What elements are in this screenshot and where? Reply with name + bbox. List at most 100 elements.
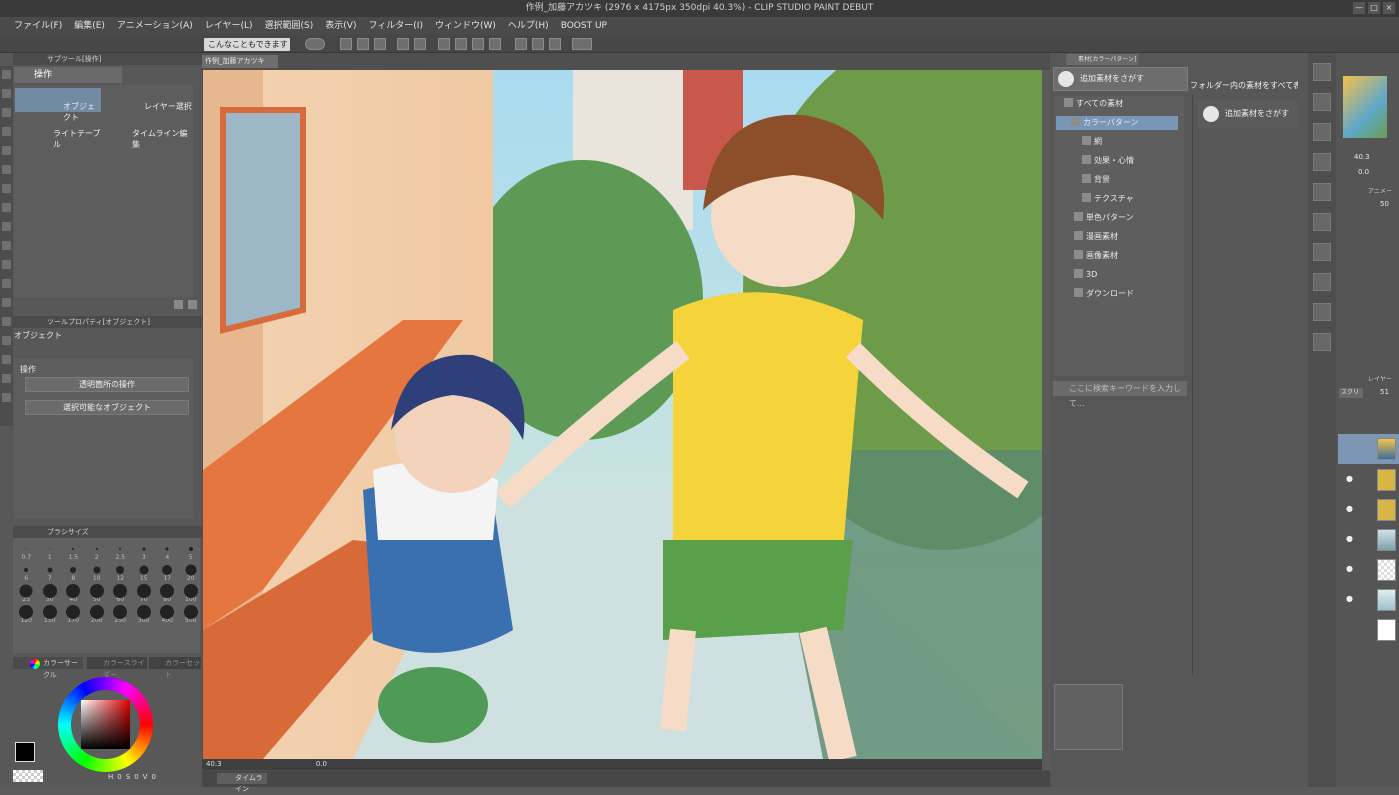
layer-tab[interactable]: レイヤー <box>1368 374 1392 383</box>
rotation-value[interactable]: 0.0 <box>316 760 327 768</box>
eye-icon[interactable]: ● <box>1346 474 1353 483</box>
selection-tool-icon[interactable] <box>2 108 11 117</box>
history-icon[interactable] <box>1313 213 1331 231</box>
brush-size-cell[interactable]: 1.5 <box>62 542 85 562</box>
undo-icon[interactable] <box>397 38 409 50</box>
layer-search-icon[interactable] <box>1313 303 1331 321</box>
brush-size-cell[interactable]: 80 <box>156 584 179 604</box>
eyedropper-tool-icon[interactable] <box>2 146 11 155</box>
correct-line-tool-icon[interactable] <box>2 393 11 402</box>
tree-texture[interactable]: テクスチャ <box>1082 192 1134 206</box>
tree-mesh[interactable]: 網 <box>1082 135 1102 149</box>
tree-download[interactable]: ダウンロード <box>1074 287 1134 301</box>
menu-help[interactable]: ヘルプ(H) <box>502 17 555 35</box>
brush-size-cell[interactable]: 300 <box>133 605 156 625</box>
new-file-icon[interactable] <box>340 38 352 50</box>
brush-size-cell[interactable]: 8 <box>62 563 85 583</box>
menu-view[interactable]: 表示(V) <box>319 17 362 35</box>
ruler-icon[interactable] <box>549 38 561 50</box>
navigator-thumbnail[interactable] <box>1343 76 1387 138</box>
zoom-value[interactable]: 40.3 <box>206 760 222 768</box>
layer-row[interactable]: ● <box>1338 586 1399 614</box>
transform-icon[interactable] <box>438 38 450 50</box>
opacity-value[interactable]: 51 <box>1380 388 1389 396</box>
material-tab[interactable]: 素材[カラーパターン] <box>1066 54 1138 65</box>
eye-icon[interactable]: ● <box>1346 534 1353 543</box>
operation-tool-icon[interactable] <box>2 70 11 79</box>
maximize-button[interactable]: □ <box>1368 2 1380 14</box>
sub-tool-layer-select[interactable]: レイヤー選択 <box>104 88 192 112</box>
menu-layer[interactable]: レイヤー(L) <box>199 17 259 35</box>
layer-row[interactable]: ● <box>1338 466 1399 494</box>
lasso-tool-icon[interactable] <box>2 127 11 136</box>
brush-size-cell[interactable]: 70 <box>133 584 156 604</box>
menu-edit[interactable]: 編集(E) <box>68 17 111 35</box>
brush-size-cell[interactable]: 7 <box>39 563 62 583</box>
fill-tool-icon[interactable] <box>2 279 11 288</box>
navigator-icon[interactable] <box>1313 93 1331 111</box>
open-file-icon[interactable] <box>357 38 369 50</box>
tree-all-materials[interactable]: すべての素材 <box>1064 97 1123 111</box>
fill-icon[interactable] <box>472 38 484 50</box>
brush-size-cell[interactable]: 2.5 <box>109 542 132 562</box>
move-tool-icon[interactable] <box>2 89 11 98</box>
navigator-zoom[interactable]: 40.3 <box>1354 153 1370 161</box>
tree-manga-material[interactable]: 漫画素材 <box>1074 230 1118 244</box>
airbrush-tool-icon[interactable] <box>2 222 11 231</box>
close-button[interactable]: × <box>1383 2 1395 14</box>
invert-selection-icon[interactable] <box>515 38 527 50</box>
sub-tool-light-table[interactable]: ライトテーブル <box>15 115 101 149</box>
tree-background[interactable]: 背景 <box>1082 173 1110 187</box>
layer-row[interactable] <box>1338 434 1399 464</box>
text-tool-icon[interactable] <box>2 336 11 345</box>
brush-size-cell[interactable]: 100 <box>180 584 203 604</box>
eye-icon[interactable]: ● <box>1346 504 1353 513</box>
brush-size-cell[interactable]: 40 <box>62 584 85 604</box>
brush-size-cell[interactable]: 400 <box>156 605 179 625</box>
layer-row[interactable]: ● <box>1338 556 1399 584</box>
brush-tool-icon[interactable] <box>2 203 11 212</box>
selectable-object-dropdown[interactable]: 選択可能なオブジェクト <box>25 400 189 415</box>
menu-animation[interactable]: アニメーション(A) <box>111 17 199 35</box>
layer-row[interactable]: ● <box>1338 496 1399 524</box>
color-slider-tab[interactable]: カラースライダー <box>87 657 147 679</box>
layer-property-icon[interactable] <box>1313 183 1331 201</box>
tree-3d[interactable]: 3D <box>1074 268 1097 282</box>
gradient-tool-icon[interactable] <box>2 298 11 307</box>
brush-size-cell[interactable]: 25 <box>15 584 38 604</box>
color-history-icon[interactable] <box>1313 273 1331 291</box>
redo-icon[interactable] <box>414 38 426 50</box>
blend-mode-dropdown[interactable]: スクリ <box>1339 388 1363 398</box>
transparent-color-swatch[interactable] <box>13 770 43 782</box>
eye-icon[interactable]: ● <box>1346 564 1353 573</box>
brush-size-cell[interactable]: 6 <box>15 563 38 583</box>
sub-tool-operation-tab[interactable]: 操作 <box>14 67 122 83</box>
menu-boost-up[interactable]: BOOST UP <box>555 17 613 35</box>
material-icon[interactable] <box>1313 63 1331 81</box>
balloon-tool-icon[interactable] <box>2 355 11 364</box>
line-tool-icon[interactable] <box>2 374 11 383</box>
clip-studio-icon[interactable] <box>305 38 325 50</box>
window-layout-icon[interactable] <box>572 38 592 50</box>
item-bank-icon[interactable] <box>1313 123 1331 141</box>
brush-size-cell[interactable]: 200 <box>86 605 109 625</box>
trash-icon[interactable] <box>188 300 197 309</box>
sub-tool-timeline-edit[interactable]: タイムライン編集 <box>104 115 192 149</box>
material-search-input[interactable]: ここに検索キーワードを入力して... <box>1053 381 1187 408</box>
brush-size-cell[interactable]: 170 <box>62 605 85 625</box>
tree-image-material[interactable]: 画像素材 <box>1074 249 1118 263</box>
animation-value[interactable]: 50 <box>1380 200 1389 208</box>
brush-size-cell[interactable]: 0.7 <box>15 542 38 562</box>
brush-size-cell[interactable]: 15 <box>133 563 156 583</box>
pattern-icon[interactable] <box>1313 153 1331 171</box>
menu-selection[interactable]: 選択範囲(S) <box>259 17 320 35</box>
tree-color-pattern[interactable]: カラーパターン <box>1056 116 1178 130</box>
blend-tool-icon[interactable] <box>2 260 11 269</box>
brush-size-cell[interactable]: 2 <box>86 542 109 562</box>
color-set-tab[interactable]: カラーセット <box>149 657 201 679</box>
brush-size-cell[interactable]: 4 <box>156 542 179 562</box>
menu-window[interactable]: ウィンドウ(W) <box>429 17 502 35</box>
saturation-value-square[interactable] <box>81 700 130 749</box>
figure-tool-icon[interactable] <box>2 317 11 326</box>
document-tab[interactable]: 作例_加藤アカツキ <box>202 55 278 68</box>
